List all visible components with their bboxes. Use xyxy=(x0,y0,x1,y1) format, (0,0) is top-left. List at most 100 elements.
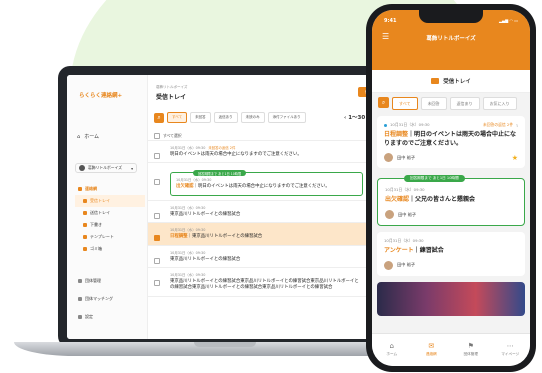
filter-all[interactable]: すべて xyxy=(167,112,188,123)
message-row[interactable]: 10月31日（水）09:30 東京品川リトルボーイとの練習試合 xyxy=(148,246,383,268)
phone-subheader: 受信トレイ xyxy=(372,70,530,93)
row-checkbox[interactable] xyxy=(154,235,160,242)
sender-name: 田中 裕子 xyxy=(398,211,417,217)
message-text: 日程調整｜東京品川リトルボーイとの練習試合 xyxy=(170,234,263,240)
filter-attachments[interactable]: 添付ファイルあり xyxy=(267,112,306,123)
message-tag: アンケート xyxy=(384,247,414,255)
more-icon: ⋯ xyxy=(506,342,514,350)
filter-unanswered[interactable]: 未回答 xyxy=(190,112,211,123)
search-icon[interactable]: ⌕ xyxy=(154,112,164,123)
sidebar-menu: 連絡網 受信トレイ 送信トレイ 下書き テンプレート ゴミ箱 xyxy=(75,183,145,255)
message-card[interactable]: 10月31日（水）09:30 未回答の返信 2件 ⌇ 日程調整｜明日のイベントは… xyxy=(377,116,525,169)
row-checkbox[interactable] xyxy=(154,212,160,219)
sidebar-item-settings[interactable]: 設定 xyxy=(75,311,145,323)
message-card[interactable]: 10月31日（水）09:30 アンケート｜練習試合 田中 裕子 xyxy=(377,232,525,276)
sidebar-item-home[interactable]: ⌂ ホーム xyxy=(77,133,99,141)
app-logo[interactable]: らくらく連絡網+ xyxy=(79,91,122,99)
people-icon xyxy=(78,279,82,283)
sidebar-item-group-matching[interactable]: 団体マッチング xyxy=(75,293,145,305)
star-icon[interactable]: ★ xyxy=(512,154,518,162)
send-icon xyxy=(83,211,87,215)
laptop-mockup: らくらく連絡網+ ⌂ ホーム 葛飾リトルボーイズ ▾ 連絡網 受信トレイ 送信ト… xyxy=(14,66,434,356)
filter-unread[interactable]: 未読のみ xyxy=(240,112,265,123)
unread-dot xyxy=(384,123,387,127)
photo-thumbnail[interactable] xyxy=(377,281,525,316)
tab-home[interactable]: ⌂ ホーム xyxy=(372,334,412,366)
pagination[interactable]: ‹ 1～30 xyxy=(344,113,365,121)
tab-label: マイページ xyxy=(501,352,520,356)
inbox-icon xyxy=(83,199,87,203)
sidebar-item-label: テンプレート xyxy=(90,234,114,239)
tab-label: ホーム xyxy=(386,352,398,356)
phone-message-list: 10月31日（水）09:30 未回答の返信 2件 ⌇ 日程調整｜明日のイベントは… xyxy=(377,116,525,316)
message-row[interactable]: 10月31日（水）09:30 東京品川リトルボーイとの練習試合 xyxy=(148,201,383,224)
filter-unanswered[interactable]: 未回答 xyxy=(420,97,447,110)
tab-group-admin[interactable]: ⚑ 団体管理 xyxy=(451,334,491,366)
message-text-body: 明日のイベントは雨天の場合中止になりますのでご注意ください。 xyxy=(197,184,330,190)
row-checkbox[interactable] xyxy=(154,279,160,286)
search-icon[interactable]: ⌕ xyxy=(378,97,389,108)
message-card[interactable]: 回答期限まで あと1日 10時間 10月31日（水）09:30 出欠確認｜父兄の… xyxy=(377,175,525,227)
message-date: 10月31日（水）09:30 xyxy=(170,228,206,233)
mail-icon xyxy=(78,187,82,191)
message-sender: 田中 裕子 ★ xyxy=(384,153,518,163)
document-icon xyxy=(83,235,87,239)
message-text-body: 父兄の皆さんと懇親会 xyxy=(415,196,476,204)
message-sender: 田中 裕子 xyxy=(384,260,518,270)
sidebar-item-label: 団体マッチング xyxy=(85,296,113,301)
chevron-left-icon[interactable]: ‹ xyxy=(344,115,346,121)
sidebar-section-label: 連絡網 xyxy=(85,186,97,191)
message-meta: 10月31日（水）09:30 未回答の返信 2件 xyxy=(170,145,363,150)
row-checkbox[interactable] xyxy=(154,179,160,186)
sidebar-item-label: 団体管理 xyxy=(85,278,101,283)
message-text: 出欠確認｜明日のイベントは雨天の場合中止になりますのでご注意ください。 xyxy=(176,184,330,190)
sidebar-item-templates[interactable]: テンプレート xyxy=(75,231,145,243)
message-meta: 10月31日（水）09:30 xyxy=(384,238,518,244)
gear-icon xyxy=(78,315,82,319)
row-checkbox[interactable] xyxy=(154,257,160,264)
filter-replied[interactable]: 返信あり xyxy=(449,97,480,110)
tab-label: 連絡網 xyxy=(425,352,437,356)
sidebar-item-sent[interactable]: 送信トレイ xyxy=(75,207,145,219)
filter-favorites[interactable]: お気に入り xyxy=(482,97,517,110)
phone-screen: 9:41 ▂▄▆ ◠ ▭ ☰ 葛飾リトルボーイズ 受信トレイ ⌕ すべて 未回答… xyxy=(372,10,530,366)
message-date: 10月31日（水）09:30 xyxy=(170,272,206,277)
message-text: アンケート｜練習試合 xyxy=(384,247,444,255)
tab-mypage[interactable]: ⋯ マイページ xyxy=(491,334,531,366)
sidebar-item-group-admin[interactable]: 団体管理 xyxy=(75,275,145,287)
message-row[interactable]: 回答期限まで あと1日 10時間 10月31日（水）09:30 出欠確認｜明日の… xyxy=(148,163,383,201)
message-text-body: 練習試合 xyxy=(419,247,444,255)
bottom-tab-bar: ⌂ ホーム ✉ 連絡網 ⚑ 団体管理 ⋯ マイページ xyxy=(372,333,530,366)
message-list: すべて選択 10月31日（水）09:30 未回答の返信 2件 明日のイベントは雨… xyxy=(148,131,383,297)
row-checkbox[interactable] xyxy=(154,153,160,159)
sidebar-item-drafts[interactable]: 下書き xyxy=(75,219,145,231)
chevron-down-icon: ▾ xyxy=(131,165,133,171)
breadcrumb[interactable]: 葛飾リトルボーイズ xyxy=(156,85,187,90)
status-badge: 未回答の返信 2件 xyxy=(208,146,236,150)
message-meta: 10月31日（水）09:30 未回答の返信 2件 ⌇ xyxy=(384,122,518,128)
filter-replied[interactable]: 返信あり xyxy=(213,112,238,123)
page-header: 葛飾リトルボーイズ 受信トレイ xyxy=(156,85,187,101)
message-tag: 出欠確認 xyxy=(385,196,410,204)
message-row[interactable]: 10月31日（水）09:30 東京品川リトルボーイとの練習試合東京品川リトルボー… xyxy=(148,268,383,297)
tab-renrakumou[interactable]: ✉ 連絡網 xyxy=(412,334,452,366)
sidebar-section-renrakumou[interactable]: 連絡網 xyxy=(75,183,145,195)
message-date: 10月31日（水）09:30 xyxy=(390,122,430,127)
filter-all[interactable]: すべて xyxy=(392,97,418,110)
sidebar: らくらく連絡網+ ⌂ ホーム 葛飾リトルボーイズ ▾ 連絡網 受信トレイ 送信ト… xyxy=(67,75,148,339)
sidebar-item-inbox[interactable]: 受信トレイ xyxy=(75,195,145,207)
sidebar-item-trash[interactable]: ゴミ箱 xyxy=(75,243,145,255)
phone-filter-bar: ⌕ すべて 未回答 返信あり お気に入り xyxy=(378,97,517,110)
sidebar-item-label: 下書き xyxy=(90,222,102,227)
message-meta: 10月31日（水）09:30 xyxy=(170,272,363,277)
status-time: 9:41 xyxy=(384,18,397,24)
message-meta: 10月31日（水）09:30 xyxy=(170,250,363,255)
paperclip-icon: ⌇ xyxy=(516,122,518,128)
message-row[interactable]: 10月31日（水）09:30 未回答の返信 2件 明日のイベントは雨天の場合中止… xyxy=(148,141,383,164)
home-icon: ⌂ xyxy=(389,342,394,350)
select-all-checkbox[interactable] xyxy=(154,132,160,139)
select-all-row[interactable]: すべて選択 xyxy=(148,131,383,141)
group-selector[interactable]: 葛飾リトルボーイズ ▾ xyxy=(75,163,137,173)
avatar xyxy=(384,260,393,270)
message-row[interactable]: 10月31日（水）09:30 日程調整｜東京品川リトルボーイとの練習試合 xyxy=(148,223,383,246)
